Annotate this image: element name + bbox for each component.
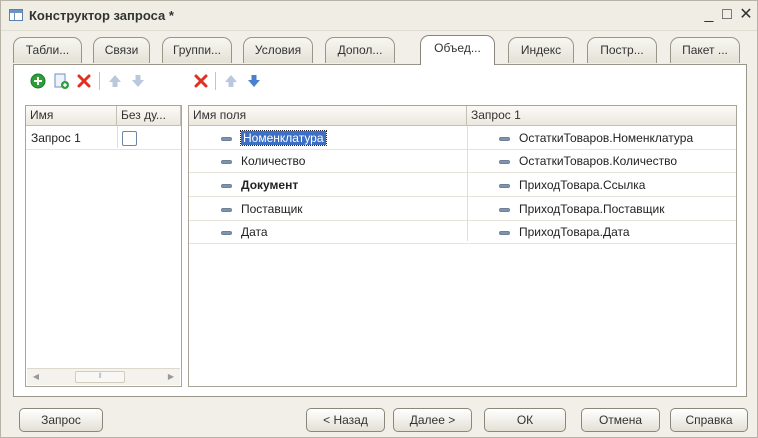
delete-query-button[interactable] [74,71,94,91]
delete-icon [77,74,91,88]
tab-additional[interactable]: Допол... [325,37,395,63]
table-row[interactable]: Дата [221,221,268,243]
table-row[interactable]: Поставщик [221,198,303,220]
toolbar-separator [215,72,216,90]
table-row[interactable]: Номенклатура [221,127,327,149]
tab-batch[interactable]: Пакет ... [670,37,740,63]
table-row[interactable]: Количество [221,150,305,172]
form-icon [9,9,23,21]
move-up-icon [225,75,237,87]
queries-table[interactable]: Имя Без ду... Запрос 1 ◀ ⦀ ▶ [25,105,182,387]
query-name-cell[interactable]: Запрос 1 [31,127,81,149]
field-icon [499,159,510,164]
horizontal-scrollbar[interactable]: ◀ ⦀ ▶ [27,368,180,385]
field-icon [221,159,232,164]
move-query-up-button[interactable] [105,71,125,91]
tab-union[interactable]: Объед... [420,35,495,65]
row-divider [189,196,736,197]
minimize-button[interactable]: _ [699,5,719,25]
field-icon [221,207,232,212]
tab-index[interactable]: Индекс [508,37,574,63]
scroll-left-icon[interactable]: ◀ [29,370,43,384]
source-field-cell[interactable]: ПриходТовара.Дата [519,225,630,239]
window-title: Конструктор запроса * [29,8,174,23]
table-row[interactable]: ОстаткиТоваров.Количество [499,150,677,172]
no-duplicates-checkbox[interactable] [122,131,137,146]
fields-table[interactable]: Имя поля Запрос 1 Номенклатура ОстаткиТо… [188,105,737,387]
move-down-icon [248,75,260,87]
field-name-cell[interactable]: Номенклатура [240,130,327,146]
source-field-cell[interactable]: ОстаткиТоваров.Количество [519,154,677,168]
field-icon [221,230,232,235]
tab-links[interactable]: Связи [93,37,150,63]
field-name-cell[interactable]: Количество [241,154,305,168]
back-button[interactable]: < Назад [306,408,385,432]
row-divider [26,149,181,150]
scroll-thumb[interactable]: ⦀ [75,371,125,383]
column-header-no-duplicates[interactable]: Без ду... [117,106,181,126]
title-bar: Конструктор запроса * _ □ ✕ [1,1,757,31]
tab-conditions[interactable]: Условия [243,37,313,63]
tab-builder[interactable]: Постр... [587,37,657,63]
column-divider [467,126,468,241]
close-button[interactable]: ✕ [736,5,756,25]
field-icon [499,183,510,188]
row-divider [189,243,736,244]
table-row[interactable]: ПриходТовара.Ссылка [499,174,645,196]
field-icon [499,136,510,141]
column-divider [117,126,118,148]
table-row[interactable]: ПриходТовара.Поставщик [499,198,664,220]
tab-grouping[interactable]: Группи... [162,37,232,63]
field-icon [499,207,510,212]
tab-tables[interactable]: Табли... [13,37,82,63]
ok-button[interactable]: ОК [484,408,566,432]
table-row[interactable]: ПриходТовара.Дата [499,221,630,243]
delete-field-button[interactable] [191,71,211,91]
column-header-query-1[interactable]: Запрос 1 [467,106,736,126]
table-row[interactable]: Документ [221,174,298,196]
delete-icon [194,74,208,88]
query-button[interactable]: Запрос [19,408,103,432]
toolbar-separator [99,72,100,90]
column-header-field-name[interactable]: Имя поля [189,106,467,126]
next-button[interactable]: Далее > [393,408,472,432]
move-field-down-button[interactable] [244,71,264,91]
move-down-icon [132,75,144,87]
source-field-cell[interactable]: ОстаткиТоваров.Номенклатура [519,131,693,145]
add-query-button[interactable] [28,71,48,91]
maximize-button[interactable]: □ [717,5,737,25]
field-icon [221,136,232,141]
table-row[interactable]: ОстаткиТоваров.Номенклатура [499,127,693,149]
copy-icon [54,73,69,89]
field-name-cell[interactable]: Поставщик [241,202,303,216]
field-icon [221,183,232,188]
move-up-icon [109,75,121,87]
scroll-right-icon[interactable]: ▶ [164,370,178,384]
source-field-cell[interactable]: ПриходТовара.Поставщик [519,202,664,216]
move-query-down-button[interactable] [128,71,148,91]
add-icon [30,73,46,89]
move-field-up-button[interactable] [221,71,241,91]
column-header-name[interactable]: Имя [26,106,117,126]
row-divider [189,220,736,221]
field-name-cell[interactable]: Дата [241,225,268,239]
cancel-button[interactable]: Отмена [581,408,660,432]
row-divider [189,172,736,173]
help-button[interactable]: Справка [670,408,748,432]
field-name-cell[interactable]: Документ [241,178,298,192]
query-builder-window: Конструктор запроса * _ □ ✕ Табли... Свя… [0,0,758,438]
field-icon [499,230,510,235]
source-field-cell[interactable]: ПриходТовара.Ссылка [519,178,645,192]
copy-query-button[interactable] [51,71,71,91]
